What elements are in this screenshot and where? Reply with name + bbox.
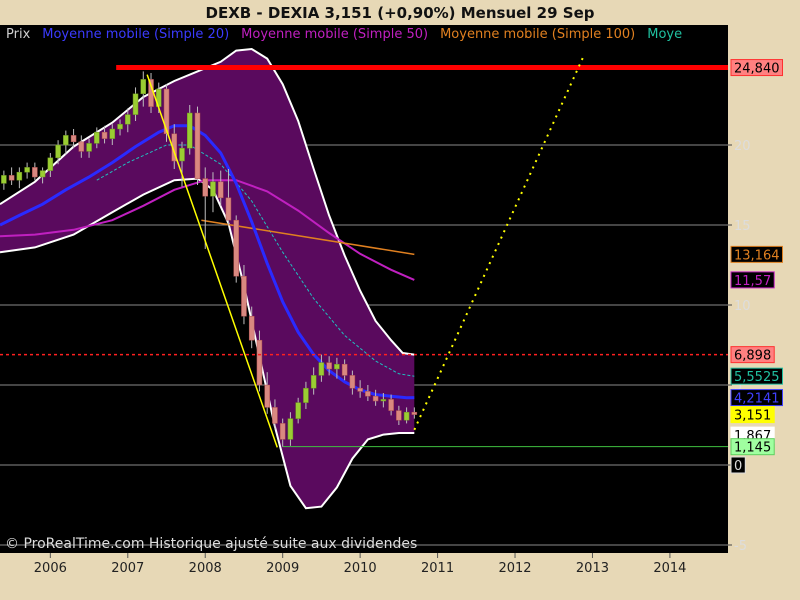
candle-down xyxy=(217,181,224,199)
x-tick-label: 2006 xyxy=(34,561,67,576)
candle-down xyxy=(256,339,263,386)
candle-down xyxy=(202,178,208,197)
chart: DEXB - DEXIA 3,151 (+0,90%) Mensuel 29 S… xyxy=(0,0,800,600)
candle-down xyxy=(388,399,394,411)
y-tick-label: -5 xyxy=(734,539,747,554)
legend: Prix Moyenne mobile (Simple 20) Moyenne mo… xyxy=(6,25,800,43)
legend-item: Prix xyxy=(6,27,31,42)
candle-up xyxy=(16,171,23,181)
candle-up xyxy=(140,79,147,95)
candle-down xyxy=(341,363,348,376)
x-tick-label: 2007 xyxy=(111,561,144,576)
y-tick-label: 10 xyxy=(734,299,751,314)
candle-up xyxy=(125,114,131,125)
candle-up xyxy=(39,170,46,178)
copyright-text: © ProRealTime.com Historique ajusté suit… xyxy=(5,536,417,552)
candle-down xyxy=(264,384,270,408)
candle-down xyxy=(411,411,418,415)
legend-mask xyxy=(728,25,800,43)
candle-down xyxy=(326,362,332,370)
x-tick-label: 2008 xyxy=(189,561,222,576)
price-badge-label: 1,145 xyxy=(734,441,771,456)
candle-down xyxy=(241,275,247,317)
price-badge-label: 13,164 xyxy=(734,248,780,263)
candle-down xyxy=(357,387,363,392)
candle-down xyxy=(396,410,402,421)
candle-down xyxy=(233,219,239,277)
candle-up xyxy=(380,399,387,402)
candle-up xyxy=(403,411,410,421)
price-badge-label: 4,2141 xyxy=(734,392,780,407)
y-tick-label: 15 xyxy=(734,219,751,234)
candle-up xyxy=(334,363,340,370)
price-badge-label: 24,840 xyxy=(734,62,780,77)
x-tick-label: 2014 xyxy=(653,561,686,576)
candle-up xyxy=(132,93,139,115)
candle-down xyxy=(279,423,286,440)
candle-down xyxy=(365,391,371,397)
legend-item: Moye xyxy=(647,27,682,42)
candle-down xyxy=(194,112,201,179)
candle-up xyxy=(295,402,301,419)
candle-up xyxy=(287,418,294,440)
candle-up xyxy=(210,181,216,197)
price-badge-label: 5,5525 xyxy=(734,370,780,385)
candle-up xyxy=(179,147,185,162)
x-tick-label: 2009 xyxy=(266,561,299,576)
candle-up xyxy=(186,112,193,149)
candle-down xyxy=(78,141,85,152)
candle-up xyxy=(117,123,123,130)
y-tick-label: 20 xyxy=(734,139,751,154)
price-badge-label: 6,898 xyxy=(734,349,771,364)
candle-up xyxy=(63,135,69,146)
candle-up xyxy=(94,131,100,144)
candle-up xyxy=(1,175,7,184)
candle-down xyxy=(272,407,278,424)
candle-down xyxy=(101,131,108,139)
plot-area xyxy=(0,25,728,553)
candle-up xyxy=(86,143,92,152)
legend-item: Moyenne mobile (Simple 100) xyxy=(440,27,635,42)
candle-up xyxy=(318,362,325,376)
legend-item: Moyenne mobile (Simple 50) xyxy=(241,27,428,42)
x-tick-label: 2011 xyxy=(421,561,454,576)
candle-down xyxy=(225,197,232,221)
candle-up xyxy=(47,157,54,171)
chart-frame: DEXB - DEXIA 3,151 (+0,90%) Mensuel 29 S… xyxy=(0,0,800,600)
legend-item: Moyenne mobile (Simple 20) xyxy=(42,27,229,42)
candle-down xyxy=(248,315,255,341)
candle-down xyxy=(8,175,15,181)
price-badge-label: 3,151 xyxy=(734,409,771,424)
candle-down xyxy=(372,395,379,402)
x-tick-label: 2012 xyxy=(498,561,531,576)
candle-up xyxy=(303,387,309,403)
chart-title: DEXB - DEXIA 3,151 (+0,90%) Mensuel 29 S… xyxy=(206,4,595,22)
candle-up xyxy=(24,167,30,173)
x-tick-label: 2013 xyxy=(576,561,609,576)
x-tick-label: 2010 xyxy=(344,561,377,576)
candle-up xyxy=(109,128,116,139)
candle-up xyxy=(310,375,317,389)
candle-up xyxy=(55,144,61,159)
price-badge-label: 11,57 xyxy=(734,274,771,289)
candle-down xyxy=(349,375,356,389)
candle-down xyxy=(70,135,77,143)
candle-down xyxy=(32,167,38,178)
price-badge-label: 0 xyxy=(734,459,742,474)
